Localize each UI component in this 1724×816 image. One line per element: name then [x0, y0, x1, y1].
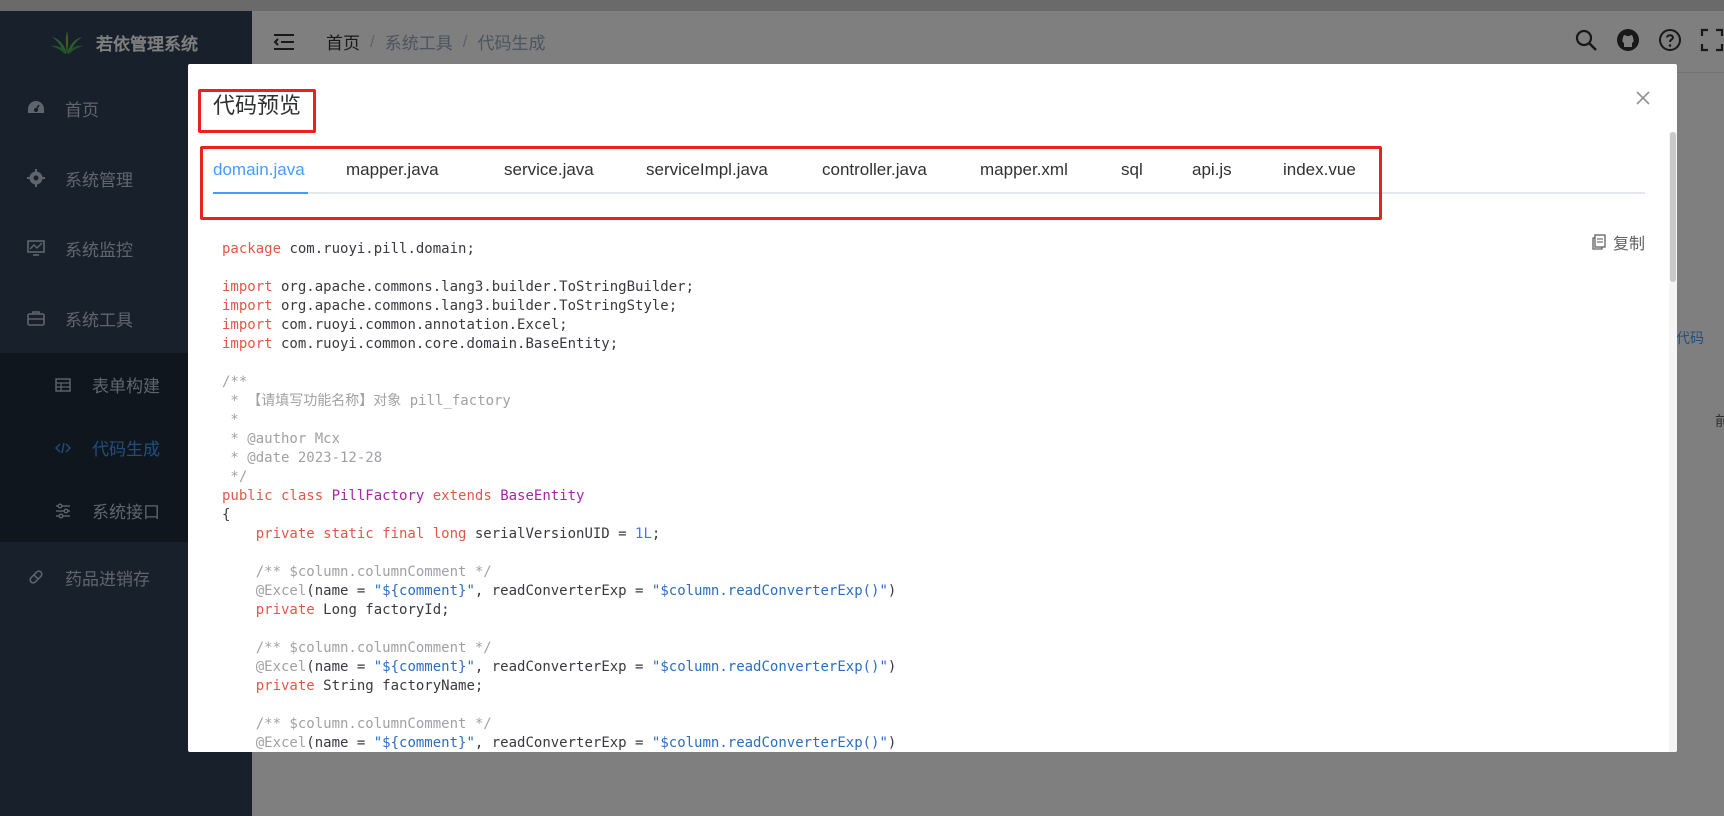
copy-button[interactable]: 复制	[1591, 230, 1645, 254]
browser-top-strip	[0, 0, 1724, 11]
copy-label: 复制	[1612, 236, 1645, 253]
scrollbar-thumb[interactable]	[1670, 132, 1676, 282]
highlight-box-tabs	[200, 146, 1382, 220]
copy-icon	[1592, 234, 1606, 250]
close-icon[interactable]	[1634, 89, 1652, 107]
code-block: package com.ruoyi.pill.domain; import or…	[222, 241, 897, 751]
highlight-box-title	[198, 89, 316, 133]
code-preview-dialog: 代码预览 domain.java mapper.java service.jav…	[188, 64, 1677, 752]
